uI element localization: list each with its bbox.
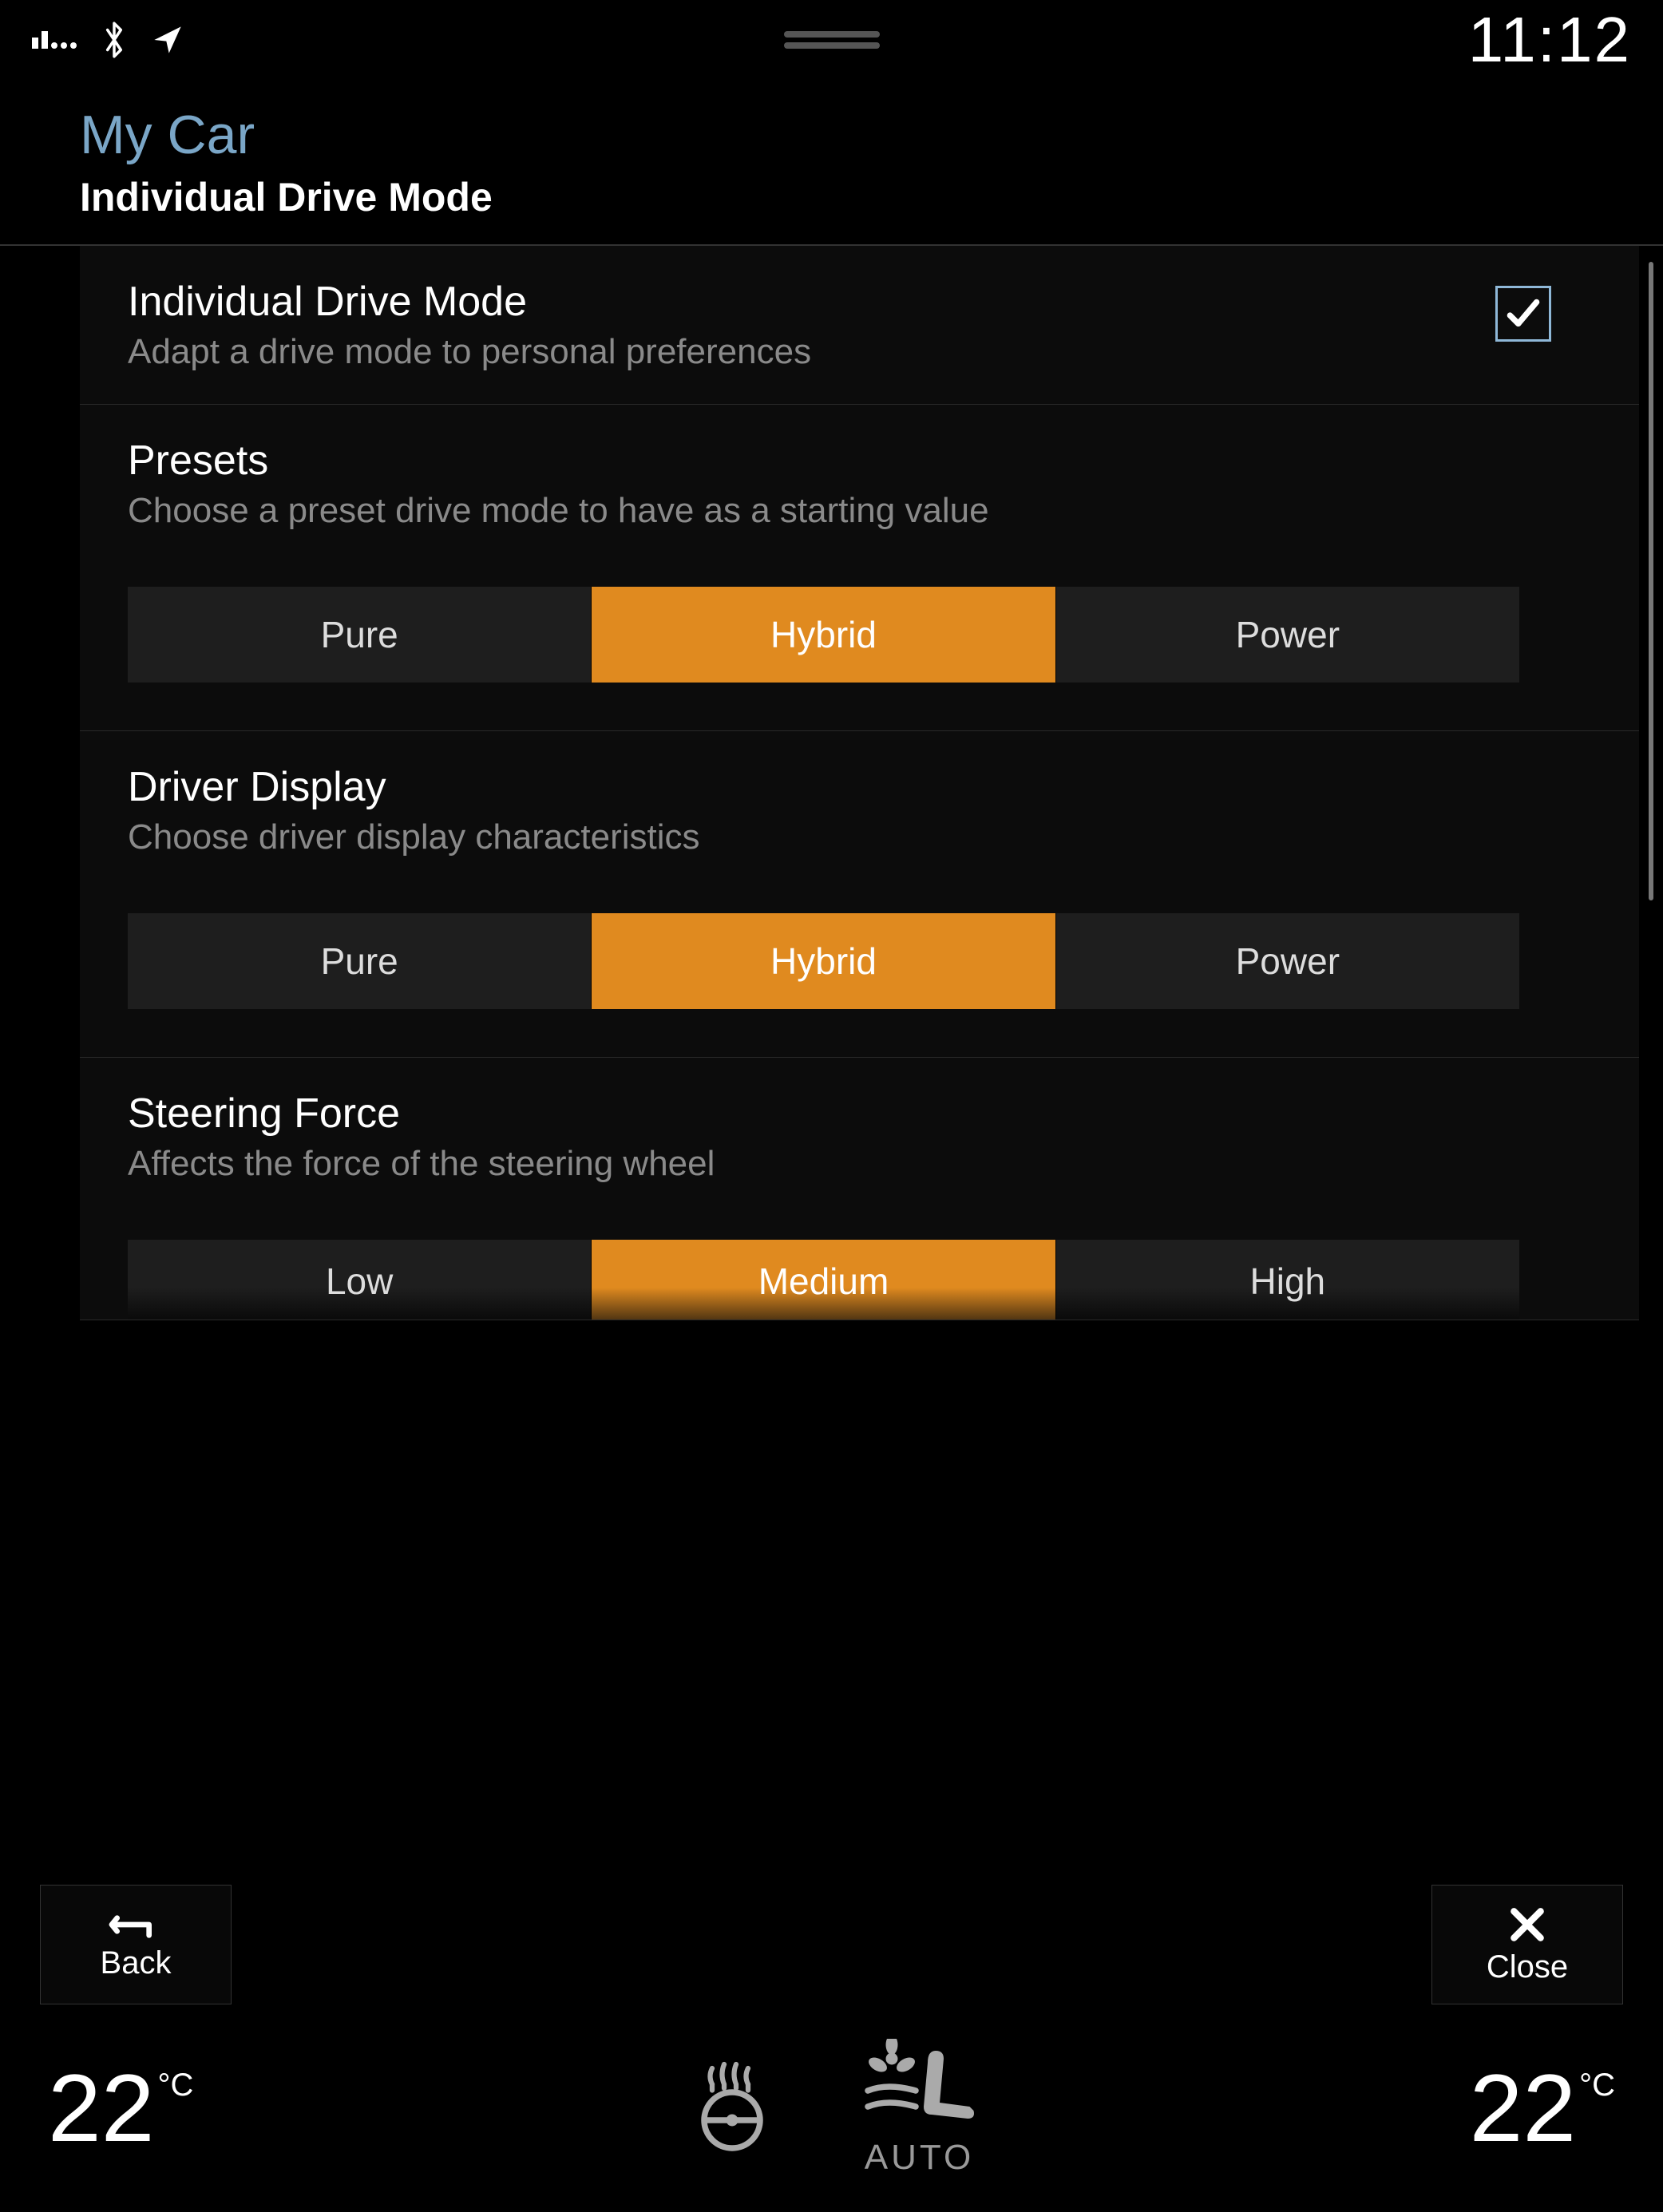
- content: Individual Drive Mode Adapt a drive mode…: [0, 246, 1663, 1869]
- signal-icon: [32, 31, 77, 49]
- presets-segment: Pure Hybrid Power: [128, 587, 1519, 683]
- steering-high[interactable]: High: [1056, 1240, 1519, 1320]
- scroll-area[interactable]: Individual Drive Mode Adapt a drive mode…: [0, 246, 1639, 1869]
- section-desc: Choose driver display characteristics: [128, 817, 1519, 857]
- driver-display-pure[interactable]: Pure: [128, 913, 592, 1009]
- section-steering-force: Steering Force Affects the force of the …: [80, 1058, 1639, 1320]
- individual-drive-mode-checkbox[interactable]: [1495, 286, 1551, 342]
- header: My Car Individual Drive Mode: [0, 80, 1663, 246]
- close-icon: [1507, 1905, 1547, 1945]
- preset-power[interactable]: Power: [1056, 587, 1519, 683]
- checkmark-icon: [1503, 294, 1543, 334]
- scrollbar[interactable]: [1639, 246, 1663, 1869]
- section-desc: Adapt a drive mode to personal preferenc…: [128, 332, 811, 372]
- section-title: Individual Drive Mode: [128, 278, 811, 326]
- back-button[interactable]: Back: [40, 1885, 232, 2004]
- left-temp[interactable]: 22 °C: [48, 2053, 193, 2163]
- section-individual-drive-mode[interactable]: Individual Drive Mode Adapt a drive mode…: [80, 246, 1639, 405]
- auto-label: AUTO: [865, 2138, 974, 2178]
- section-title: Presets: [128, 437, 1519, 485]
- location-icon: [152, 24, 184, 56]
- section-desc: Affects the force of the steering wheel: [128, 1144, 1519, 1184]
- driver-display-hybrid[interactable]: Hybrid: [592, 913, 1055, 1009]
- climate-center: AUTO: [684, 2039, 980, 2178]
- close-button[interactable]: Close: [1431, 1885, 1623, 2004]
- close-label: Close: [1487, 1949, 1568, 1985]
- climate-auto[interactable]: AUTO: [860, 2039, 980, 2178]
- bluetooth-icon: [101, 20, 128, 60]
- scroll-thumb[interactable]: [1649, 262, 1653, 900]
- preset-pure[interactable]: Pure: [128, 587, 592, 683]
- climate-bar: 22 °C AUTO: [0, 2004, 1663, 2212]
- heated-steering-icon[interactable]: [684, 2060, 780, 2156]
- left-temp-value: 22: [48, 2053, 154, 2163]
- nav-bar: Back Close: [0, 1869, 1663, 2004]
- breadcrumb[interactable]: My Car: [80, 104, 1583, 166]
- right-temp-value: 22: [1470, 2053, 1576, 2163]
- status-left: [32, 20, 184, 60]
- back-label: Back: [101, 1945, 172, 1981]
- section-title: Steering Force: [128, 1090, 1519, 1138]
- driver-display-power[interactable]: Power: [1056, 913, 1519, 1009]
- steering-low[interactable]: Low: [128, 1240, 592, 1320]
- preset-hybrid[interactable]: Hybrid: [592, 587, 1055, 683]
- section-driver-display: Driver Display Choose driver display cha…: [80, 731, 1639, 1058]
- steering-segment: Low Medium High: [128, 1240, 1519, 1320]
- right-temp[interactable]: 22 °C: [1470, 2053, 1615, 2163]
- driver-display-segment: Pure Hybrid Power: [128, 913, 1519, 1009]
- steering-medium[interactable]: Medium: [592, 1240, 1055, 1320]
- clock: 11:12: [1468, 3, 1631, 77]
- status-bar: 11:12: [0, 0, 1663, 80]
- back-icon: [108, 1909, 164, 1941]
- section-title: Driver Display: [128, 763, 1519, 811]
- page-title: Individual Drive Mode: [80, 174, 1583, 220]
- fan-seat-icon: [860, 2039, 980, 2135]
- drag-handle[interactable]: [784, 31, 880, 49]
- temp-unit: °C: [157, 2068, 193, 2103]
- section-desc: Choose a preset drive mode to have as a …: [128, 491, 1519, 531]
- section-presets: Presets Choose a preset drive mode to ha…: [80, 405, 1639, 731]
- temp-unit: °C: [1579, 2068, 1615, 2103]
